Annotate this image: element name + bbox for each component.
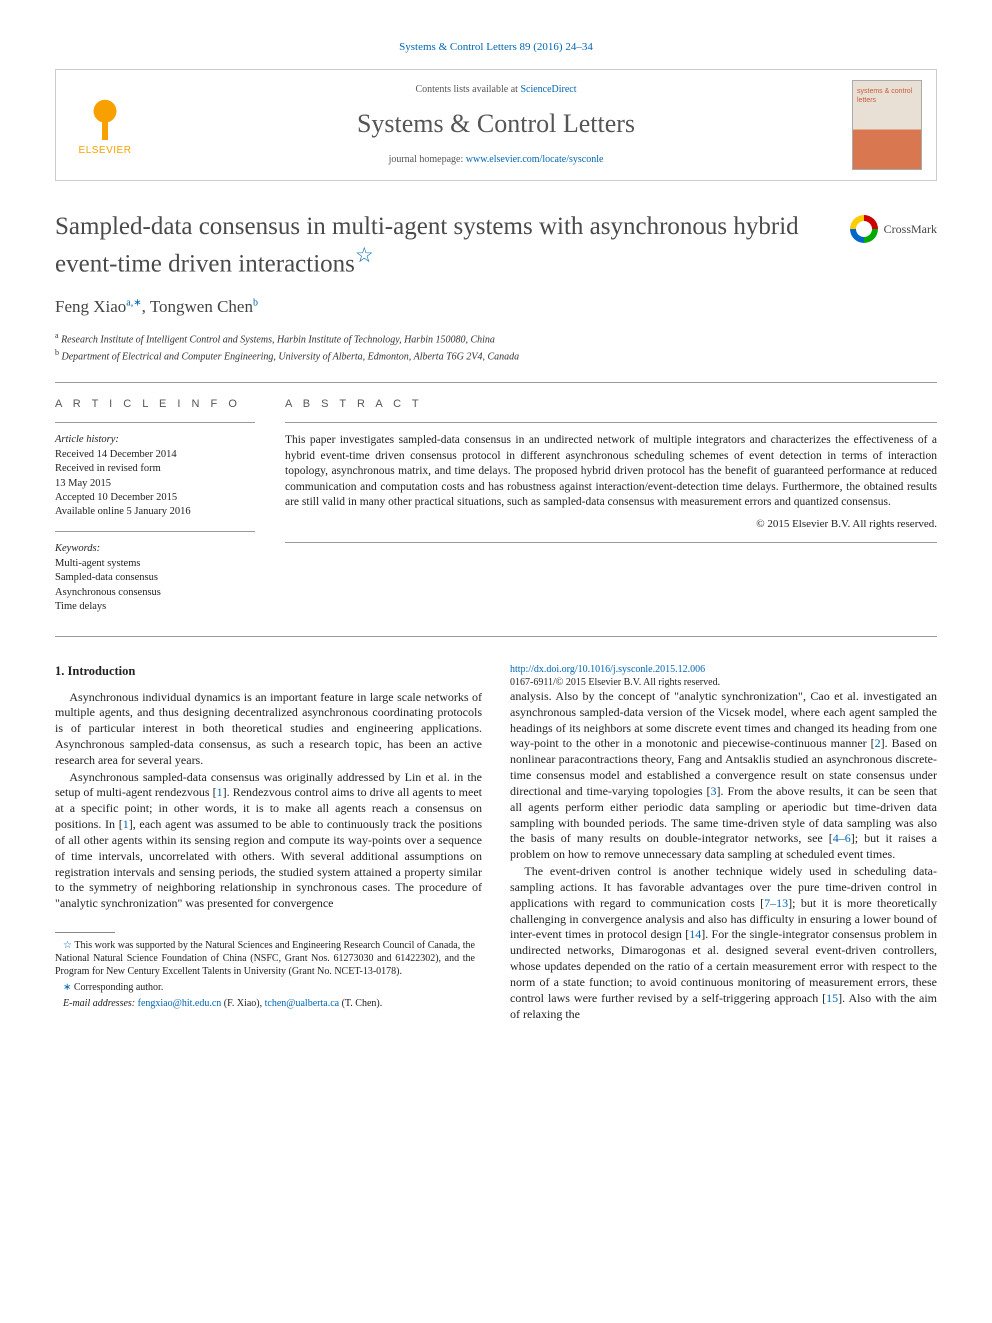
abstract-heading: A B S T R A C T xyxy=(285,397,937,412)
issn-copyright: 0167-6911/© 2015 Elsevier B.V. All right… xyxy=(510,677,720,688)
doi-block: http://dx.doi.org/10.1016/j.sysconle.201… xyxy=(510,663,930,689)
email-label: E-mail addresses: xyxy=(63,998,135,1009)
abstract-text: This paper investigates sampled-data con… xyxy=(285,433,937,511)
title-text: Sampled-data consensus in multi-agent sy… xyxy=(55,213,799,278)
sciencedirect-link[interactable]: ScienceDirect xyxy=(520,84,576,95)
crossmark-label: CrossMark xyxy=(884,221,937,237)
affil-b-text: Department of Electrical and Computer En… xyxy=(62,352,520,363)
funding-mark: ☆ xyxy=(63,940,72,951)
divider xyxy=(55,636,937,637)
article-info-heading: A R T I C L E I N F O xyxy=(55,397,255,412)
journal-cover-thumbnail: systems & control letters xyxy=(852,80,922,170)
journal-name: Systems & Control Letters xyxy=(140,106,852,141)
citation-line: Systems & Control Letters 89 (2016) 24–3… xyxy=(55,40,937,55)
affil-a-sup: a xyxy=(55,331,59,340)
para-3: analysis. Also by the concept of "analyt… xyxy=(510,689,937,863)
crossmark-badge[interactable]: CrossMark xyxy=(850,215,937,243)
para-4: The event-driven control is another tech… xyxy=(510,864,937,1022)
history-received: Received 14 December 2014 xyxy=(55,448,255,462)
abstract-column: A B S T R A C T This paper investigates … xyxy=(285,397,937,626)
author-2-affil: b xyxy=(253,297,258,308)
doi-link[interactable]: http://dx.doi.org/10.1016/j.sysconle.201… xyxy=(510,664,705,675)
author-2: Tongwen Chen xyxy=(150,297,253,316)
keyword-4: Time delays xyxy=(55,600,255,614)
history-label: Article history: xyxy=(55,433,255,447)
author-1-affil: a,∗ xyxy=(126,297,141,308)
email-2-who: (T. Chen). xyxy=(342,998,383,1009)
journal-masthead: ELSEVIER Contents lists available at Sci… xyxy=(55,69,937,181)
contents-available: Contents lists available at ScienceDirec… xyxy=(140,83,852,97)
author-list: Feng Xiaoa,∗, Tongwen Chenb xyxy=(55,296,937,319)
para-1: Asynchronous individual dynamics is an i… xyxy=(55,690,482,769)
divider xyxy=(55,382,937,383)
para-2: Asynchronous sampled-data consensus was … xyxy=(55,770,482,912)
funding-footnote: ☆ This work was supported by the Natural… xyxy=(55,939,475,978)
author-1: Feng Xiao xyxy=(55,297,126,316)
abstract-divider xyxy=(285,422,937,423)
elsevier-tree-icon xyxy=(81,92,129,140)
email-1-who: (F. Xiao), xyxy=(224,998,262,1009)
history-revised-date: 13 May 2015 xyxy=(55,477,255,491)
keyword-2: Sampled-data consensus xyxy=(55,571,255,585)
title-footnote-mark: ☆ xyxy=(355,243,374,267)
corr-mark: ∗ xyxy=(63,982,71,993)
affiliation-a: a Research Institute of Intelligent Cont… xyxy=(55,331,937,347)
history-accepted: Accepted 10 December 2015 xyxy=(55,491,255,505)
abstract-divider-bottom xyxy=(285,542,937,543)
crossmark-icon xyxy=(850,215,878,243)
publisher-name: ELSEVIER xyxy=(70,144,140,158)
article-info-column: A R T I C L E I N F O Article history: R… xyxy=(55,397,255,626)
abstract-copyright: © 2015 Elsevier B.V. All rights reserved… xyxy=(285,517,937,532)
footnote-rule xyxy=(55,932,115,933)
email-1-link[interactable]: fengxiao@hit.edu.cn xyxy=(138,998,222,1009)
history-online: Available online 5 January 2016 xyxy=(55,505,255,519)
homepage-link[interactable]: www.elsevier.com/locate/sysconle xyxy=(466,154,604,165)
corresponding-footnote: ∗ Corresponding author. xyxy=(55,981,475,994)
email-footnote: E-mail addresses: fengxiao@hit.edu.cn (F… xyxy=(55,997,475,1010)
affiliation-b: b Department of Electrical and Computer … xyxy=(55,348,937,364)
email-2-link[interactable]: tchen@ualberta.ca xyxy=(265,998,339,1009)
info-divider xyxy=(55,422,255,423)
funding-text: This work was supported by the Natural S… xyxy=(55,940,475,977)
keywords-label: Keywords: xyxy=(55,542,255,556)
article-body: 1. Introduction Asynchronous individual … xyxy=(55,663,937,1022)
keyword-3: Asynchronous consensus xyxy=(55,586,255,600)
article-title: Sampled-data consensus in multi-agent sy… xyxy=(55,211,830,280)
info-divider xyxy=(55,531,255,532)
keyword-1: Multi-agent systems xyxy=(55,557,255,571)
section-1-heading: 1. Introduction xyxy=(55,663,482,680)
journal-homepage: journal homepage: www.elsevier.com/locat… xyxy=(140,153,852,167)
homepage-prefix: journal homepage: xyxy=(389,154,466,165)
contents-prefix: Contents lists available at xyxy=(415,84,520,95)
publisher-logo: ELSEVIER xyxy=(70,92,140,158)
affil-a-text: Research Institute of Intelligent Contro… xyxy=(61,334,495,345)
affil-b-sup: b xyxy=(55,348,59,357)
history-revised-label: Received in revised form xyxy=(55,462,255,476)
corr-text: Corresponding author. xyxy=(74,982,163,993)
